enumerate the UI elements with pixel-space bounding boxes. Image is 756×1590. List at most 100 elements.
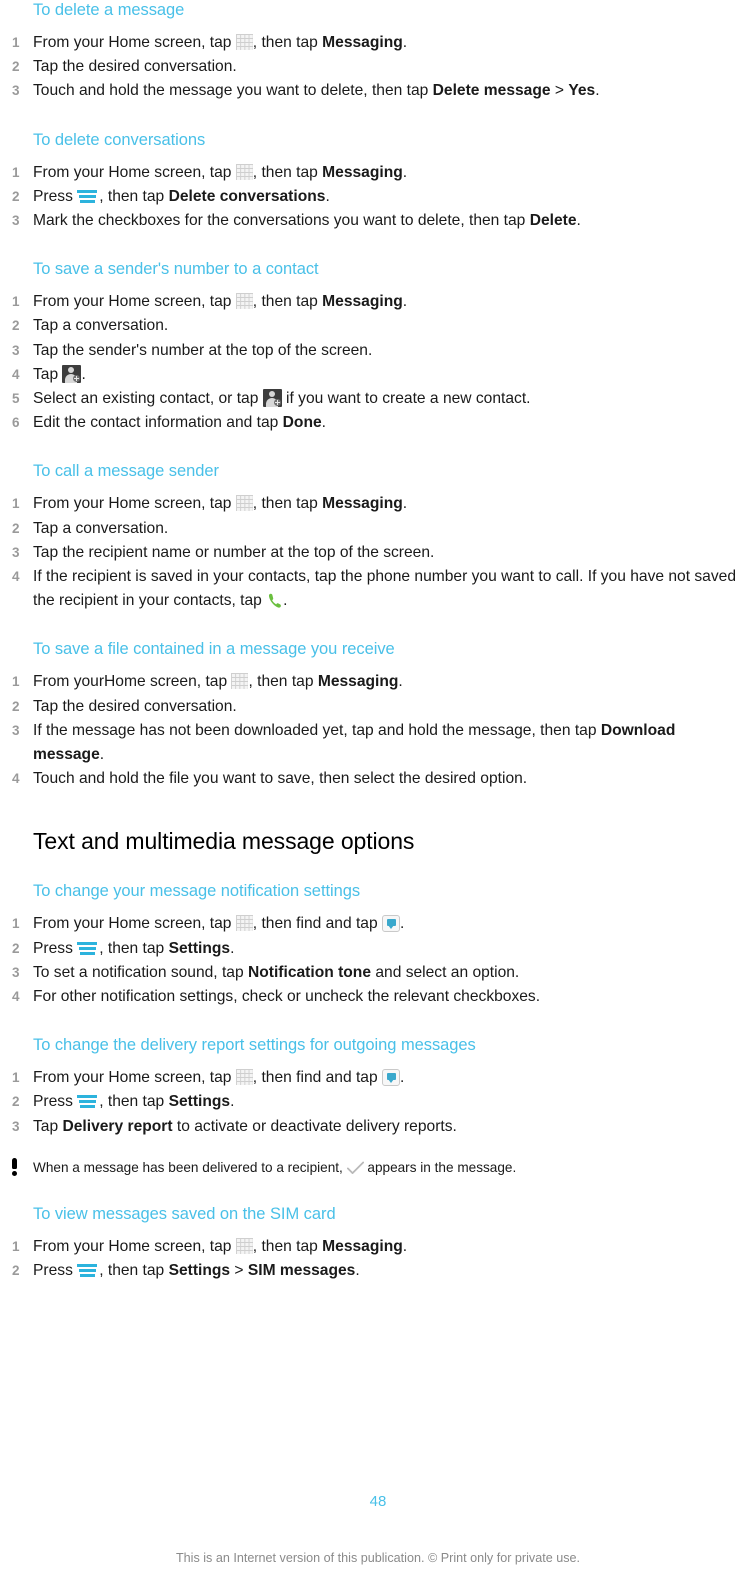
step-text: From your Home screen, tap (33, 1069, 236, 1087)
emphasis-term: Delivery report (62, 1117, 173, 1135)
add-contact-icon (62, 364, 82, 383)
step-text: . (398, 673, 403, 691)
procedure-steps-view-messages-saved-on-sim: From your Home screen, tap , then tap Me… (0, 1235, 740, 1284)
step-text: , then tap (252, 495, 323, 513)
procedure-step: For other notification settings, check o… (0, 985, 740, 1009)
step-text: Press (33, 1093, 78, 1111)
procedure-step: Tap the recipient name or number at the … (0, 541, 740, 565)
app-drawer-grid-icon (235, 915, 253, 932)
page-section-title: Text and multimedia message options (33, 828, 415, 855)
procedure-steps-change-delivery-report-settings: From your Home screen, tap , then find a… (0, 1066, 740, 1139)
step-text: . (355, 1262, 360, 1280)
step-text: Tap the desired conversation. (33, 697, 237, 715)
emphasis-term: SIM messages (247, 1262, 356, 1280)
step-text: appears in the message. (363, 1159, 517, 1175)
step-text: From yourHome screen, tap (33, 673, 232, 691)
step-text: . (230, 1093, 235, 1111)
procedure-step: Touch and hold the file you want to save… (0, 767, 740, 791)
procedure-step: Tap the sender's number at the top of th… (0, 339, 740, 363)
step-text: , then tap (99, 1093, 169, 1111)
procedure-step: Edit the contact information and tap Don… (0, 411, 740, 435)
procedure-step: Select an existing contact, or tap if yo… (0, 387, 740, 411)
menu-hamburger-icon (77, 1093, 99, 1110)
step-text: . (283, 592, 288, 610)
procedure-step: From your Home screen, tap , then find a… (0, 912, 740, 936)
app-drawer-grid-icon (235, 293, 253, 310)
procedure-title-change-message-notification-settings: To change your message notification sett… (33, 882, 361, 901)
step-text: , then tap (99, 1262, 169, 1280)
emphasis-term: Settings (168, 1093, 231, 1111)
step-text: Tap (33, 1117, 63, 1135)
procedure-steps-save-a-file-in-a-message: From yourHome screen, tap , then tap Mes… (0, 670, 740, 791)
emphasis-term: Messaging (322, 495, 403, 513)
procedure-step: From your Home screen, tap , then tap Me… (0, 492, 740, 516)
step-text: If the message has not been downloaded y… (33, 721, 601, 739)
step-text: Press (33, 939, 78, 957)
procedure-step: Tap the desired conversation. (0, 55, 740, 79)
step-text: . (402, 495, 408, 513)
step-text: Edit the contact information and tap (33, 414, 283, 432)
note-exclamation-icon (10, 1157, 24, 1176)
emphasis-term: Notification tone (248, 963, 372, 981)
step-text: if you want to create a new contact. (281, 390, 531, 408)
step-text: . (399, 1069, 405, 1087)
procedure-step: Press , then tap Settings. (0, 1090, 740, 1114)
step-text: If the recipient is saved in your contac… (33, 568, 736, 610)
step-text: . (402, 1237, 408, 1255)
procedure-step: Tap . (0, 363, 740, 387)
messaging-app-icon (381, 915, 400, 933)
step-text: . (576, 212, 581, 230)
emphasis-term: Messaging (322, 34, 403, 51)
procedure-step: Mark the checkboxes for the conversation… (0, 209, 740, 233)
menu-hamburger-icon (77, 188, 99, 205)
app-drawer-grid-icon (235, 1069, 253, 1086)
procedure-steps-save-senders-number-to-contact: From your Home screen, tap , then tap Me… (0, 290, 740, 435)
emphasis-term: Messaging (322, 293, 403, 311)
step-text: to activate or deactivate delivery repor… (172, 1117, 457, 1135)
procedure-step: Tap a conversation. (0, 517, 740, 541)
procedure-step: If the recipient is saved in your contac… (0, 565, 740, 613)
procedure-step: Press , then tap Settings > SIM messages… (0, 1259, 740, 1283)
procedure-steps-delete-a-message: From your Home screen, tap , then tap Me… (0, 31, 740, 104)
step-text: From your Home screen, tap (33, 495, 236, 513)
procedure-title-view-messages-saved-on-sim: To view messages saved on the SIM card (33, 1204, 336, 1223)
procedure-step: Press , then tap Delete conversations. (0, 185, 740, 209)
emphasis-term: Delete (529, 212, 577, 230)
step-text: From your Home screen, tap (33, 163, 236, 181)
step-text: . (81, 365, 86, 383)
step-text: . (399, 915, 405, 933)
procedure-title-delete-conversations: To delete conversations (33, 130, 206, 149)
step-text: , then tap (248, 673, 318, 691)
step-text: > (550, 82, 569, 100)
app-drawer-grid-icon (235, 163, 253, 180)
procedure-steps-call-a-message-sender: From your Home screen, tap , then tap Me… (0, 492, 740, 613)
menu-hamburger-icon (77, 940, 99, 957)
footer-copyright-note: This is an Internet version of this publ… (175, 1551, 581, 1565)
emphasis-term: Settings (168, 1262, 231, 1280)
emphasis-term: Done (282, 414, 322, 432)
step-text: Tap the recipient name or number at the … (33, 543, 435, 561)
app-drawer-grid-icon (235, 495, 253, 512)
step-text: From your Home screen, tap (33, 293, 236, 311)
procedure-step: Tap Delivery report to activate or deact… (0, 1115, 740, 1139)
procedure-step: Tap a conversation. (0, 314, 740, 338)
emphasis-term: Settings (168, 939, 231, 957)
step-text: Mark the checkboxes for the conversation… (33, 212, 530, 230)
emphasis-term: Messaging (322, 163, 403, 181)
step-text: When a message has been delivered to a r… (33, 1159, 347, 1175)
step-text: , then tap (99, 187, 169, 205)
step-text: . (402, 163, 408, 181)
step-text: To set a notification sound, tap (33, 963, 248, 981)
